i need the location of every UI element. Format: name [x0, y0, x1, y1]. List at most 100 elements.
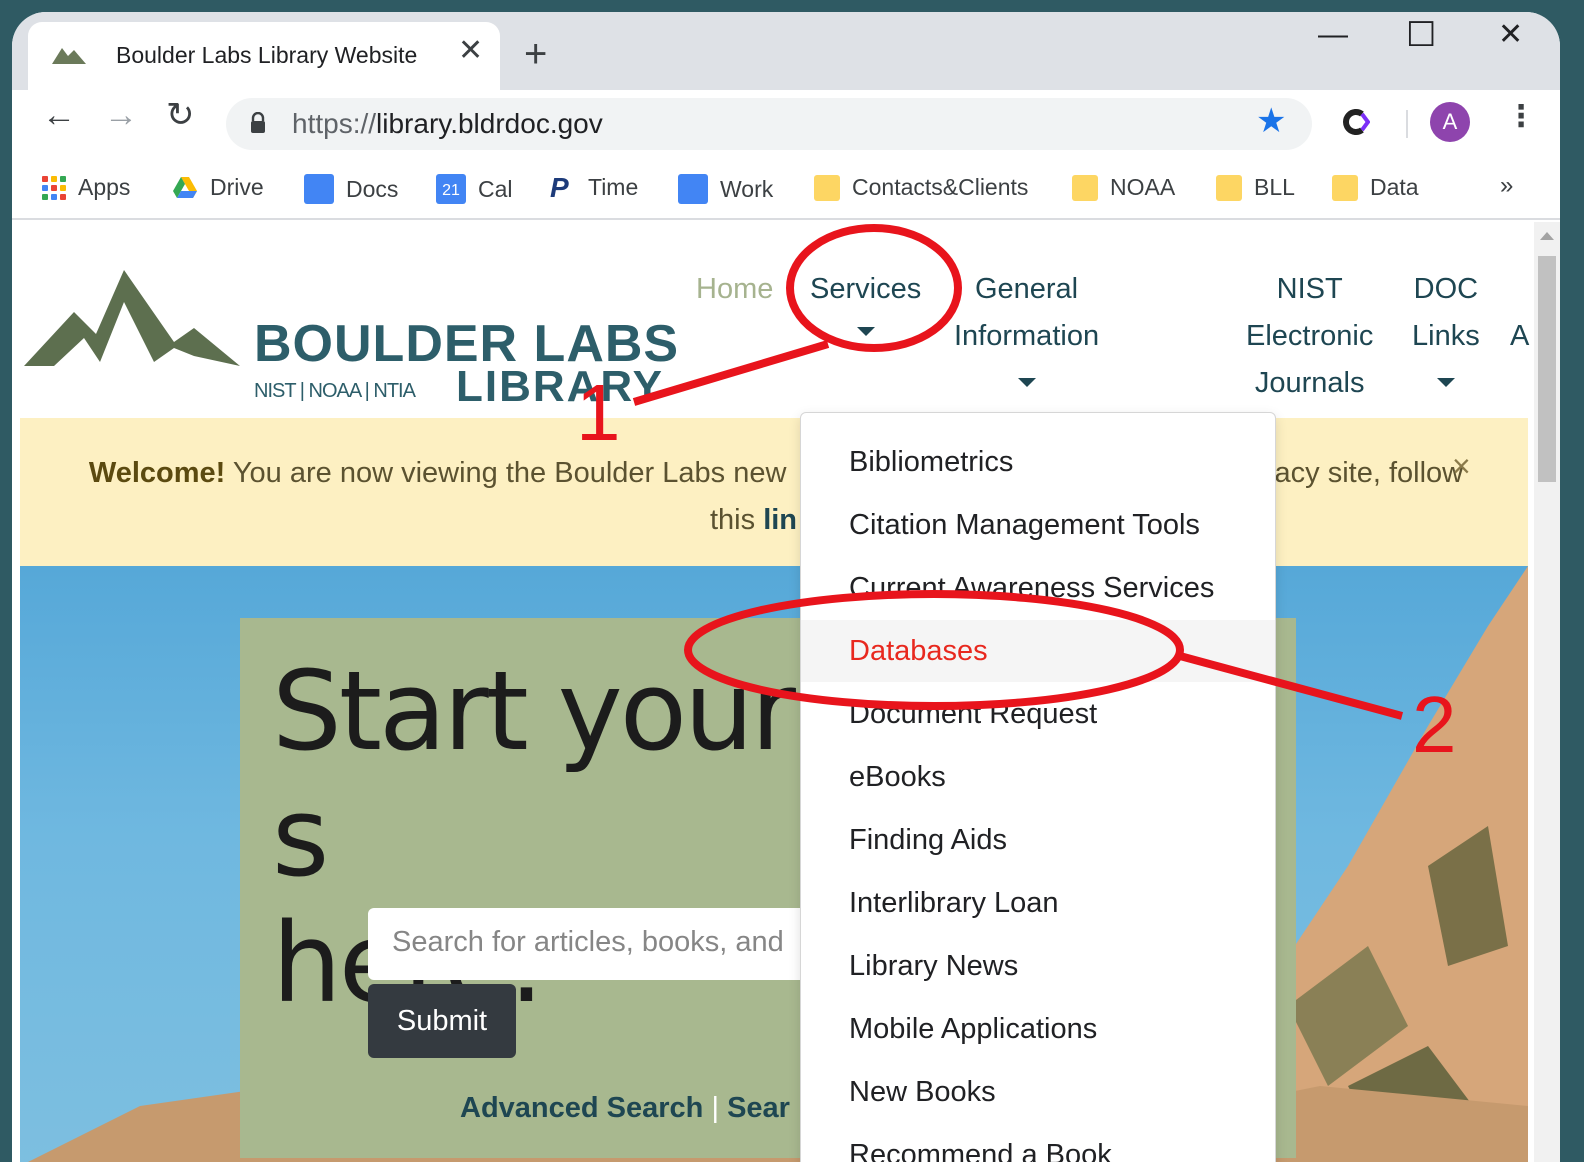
dropdown-item-current-awareness[interactable]: Current Awareness Services: [801, 557, 1275, 619]
reload-icon[interactable]: ↻: [166, 98, 195, 132]
bookmark-data[interactable]: Data: [1332, 174, 1419, 201]
folder-icon: [1072, 174, 1098, 201]
profile-avatar[interactable]: A: [1430, 102, 1470, 142]
dropdown-item-mobile-applications[interactable]: Mobile Applications: [801, 998, 1275, 1060]
logo-subtitle: NIST | NOAA | NTIA: [254, 380, 416, 402]
banner-close-icon[interactable]: ×: [1452, 448, 1471, 485]
browser-menu-icon[interactable]: ⋮: [1506, 102, 1536, 132]
banner-link[interactable]: lin: [763, 504, 797, 536]
banner-text-left: You are now viewing the Boulder Labs new: [225, 457, 787, 489]
mountain-favicon-icon: [52, 48, 86, 64]
dropdown-item-databases[interactable]: Databases: [801, 620, 1275, 682]
nav-services[interactable]: Services: [810, 266, 921, 336]
time-icon: P: [550, 171, 569, 203]
bookmark-apps[interactable]: Apps: [42, 174, 130, 201]
docs-icon: [304, 174, 334, 204]
extension-icon[interactable]: [1342, 108, 1370, 136]
hero-title-line: Start your s: [272, 647, 796, 901]
link-separator: |: [711, 1092, 719, 1124]
bookmark-label: Contacts&Clients: [852, 174, 1029, 200]
bookmark-star-icon[interactable]: ★: [1256, 104, 1286, 138]
bookmark-docs[interactable]: Docs: [304, 174, 398, 204]
dropdown-item-finding-aids[interactable]: Finding Aids: [801, 809, 1275, 871]
close-window-icon[interactable]: ✕: [1498, 20, 1523, 50]
page-scrollbar[interactable]: [1534, 222, 1560, 1162]
bookmark-label: NOAA: [1110, 174, 1176, 200]
advanced-search-link[interactable]: Advanced Search: [460, 1092, 703, 1124]
nav-label-line: NIST: [1276, 273, 1343, 305]
url-text: https://library.bldrdoc.gov: [292, 108, 603, 139]
dropdown-item-document-request[interactable]: Document Request: [801, 683, 1275, 745]
caret-down-icon: [1017, 378, 1036, 387]
bookmark-noaa[interactable]: NOAA: [1072, 174, 1175, 201]
address-bar[interactable]: https://library.bldrdoc.gov ★: [226, 98, 1312, 150]
mountain-logo-icon: [24, 270, 240, 366]
folder-icon: [1216, 174, 1242, 201]
page-viewport: BOULDER LABS NIST | NOAA | NTIA LIBRARY …: [20, 222, 1560, 1162]
apps-icon: [42, 175, 66, 200]
nav-label-line: Journals: [1254, 367, 1365, 399]
folder-icon: [1332, 174, 1358, 201]
bookmark-work[interactable]: Work: [678, 174, 773, 204]
banner-text: Welcome! You are now viewing the Boulder…: [56, 450, 1496, 544]
new-tab-icon[interactable]: +: [524, 34, 547, 74]
services-dropdown-menu: Bibliometrics Citation Management Tools …: [800, 412, 1276, 1162]
caret-down-icon: [856, 327, 875, 336]
bookmark-drive[interactable]: Drive: [172, 174, 264, 201]
nav-services-label: Services: [810, 273, 922, 305]
submit-button[interactable]: Submit: [368, 984, 516, 1058]
forward-arrow-icon[interactable]: →: [104, 98, 138, 132]
nav-general-information[interactable]: General Information: [954, 266, 1099, 387]
banner-text-right: gacy site, follow: [1258, 457, 1464, 489]
toolbar-separator: [1406, 110, 1408, 138]
tab-close-icon[interactable]: ✕: [458, 36, 483, 66]
nav-nist-journals[interactable]: NIST Electronic Journals: [1246, 266, 1373, 407]
bookmark-label: Drive: [210, 174, 264, 200]
nav-doc-links[interactable]: DOC Links: [1412, 266, 1480, 387]
search-links: Advanced Search | Sear: [460, 1092, 790, 1125]
welcome-banner: Welcome! You are now viewing the Boulder…: [20, 418, 1528, 566]
nav-label-line: Electronic: [1246, 320, 1374, 352]
dropdown-item-citation-management[interactable]: Citation Management Tools: [801, 494, 1275, 556]
scroll-up-icon[interactable]: [1540, 232, 1554, 240]
dropdown-item-library-news[interactable]: Library News: [801, 935, 1275, 997]
banner-line2: this: [710, 504, 764, 536]
docs-icon: [678, 174, 708, 204]
nav-truncated[interactable]: A: [1510, 313, 1529, 360]
bookmarks-overflow-icon[interactable]: »: [1500, 172, 1513, 200]
browser-toolbar: ← → ↻ https://library.bldrdoc.gov ★ A ⋮: [12, 90, 1560, 154]
bookmark-time[interactable]: P Time: [550, 171, 639, 203]
browser-tab[interactable]: Boulder Labs Library Website ✕: [28, 22, 500, 90]
bookmark-label: Data: [1370, 174, 1419, 200]
back-arrow-icon[interactable]: ←: [42, 98, 76, 132]
dropdown-item-new-books[interactable]: New Books: [801, 1061, 1275, 1123]
nav-home[interactable]: Home: [696, 266, 773, 313]
bookmark-label: BLL: [1254, 174, 1295, 200]
hero-section: Start your s here: Search for articles, …: [20, 566, 1528, 1162]
bookmark-bll[interactable]: BLL: [1216, 174, 1295, 201]
bookmark-label: Apps: [78, 174, 131, 200]
dropdown-item-recommend-book[interactable]: Recommend a Book: [801, 1124, 1275, 1162]
drive-icon: [173, 176, 197, 198]
browser-window: Boulder Labs Library Website ✕ + — ☐ ✕ ←…: [12, 12, 1560, 1162]
dropdown-item-bibliometrics[interactable]: Bibliometrics: [801, 431, 1275, 493]
tab-strip: Boulder Labs Library Website ✕ + — ☐ ✕: [12, 12, 1560, 90]
bookmark-label: Time: [588, 174, 639, 200]
bookmark-contacts[interactable]: Contacts&Clients: [814, 174, 1028, 201]
folder-icon: [814, 174, 840, 201]
scroll-thumb[interactable]: [1538, 256, 1556, 482]
bookmark-cal[interactable]: 21 Cal: [436, 174, 513, 204]
maximize-icon[interactable]: ☐: [1406, 18, 1436, 52]
nav-label-line: General: [974, 273, 1079, 305]
dropdown-item-ebooks[interactable]: eBooks: [801, 746, 1275, 808]
minimize-icon[interactable]: —: [1318, 20, 1348, 50]
site-logo[interactable]: BOULDER LABS NIST | NOAA | NTIA LIBRARY: [24, 262, 678, 411]
logo-library: LIBRARY: [456, 362, 664, 411]
nav-label-line: Information: [954, 320, 1100, 352]
banner-welcome: Welcome!: [88, 457, 226, 489]
lock-icon: [251, 112, 265, 133]
caret-down-icon: [1436, 378, 1455, 387]
nav-label-line: Links: [1412, 320, 1480, 352]
dropdown-item-interlibrary-loan[interactable]: Interlibrary Loan: [801, 872, 1275, 934]
search-link-truncated[interactable]: Sear: [727, 1092, 790, 1124]
